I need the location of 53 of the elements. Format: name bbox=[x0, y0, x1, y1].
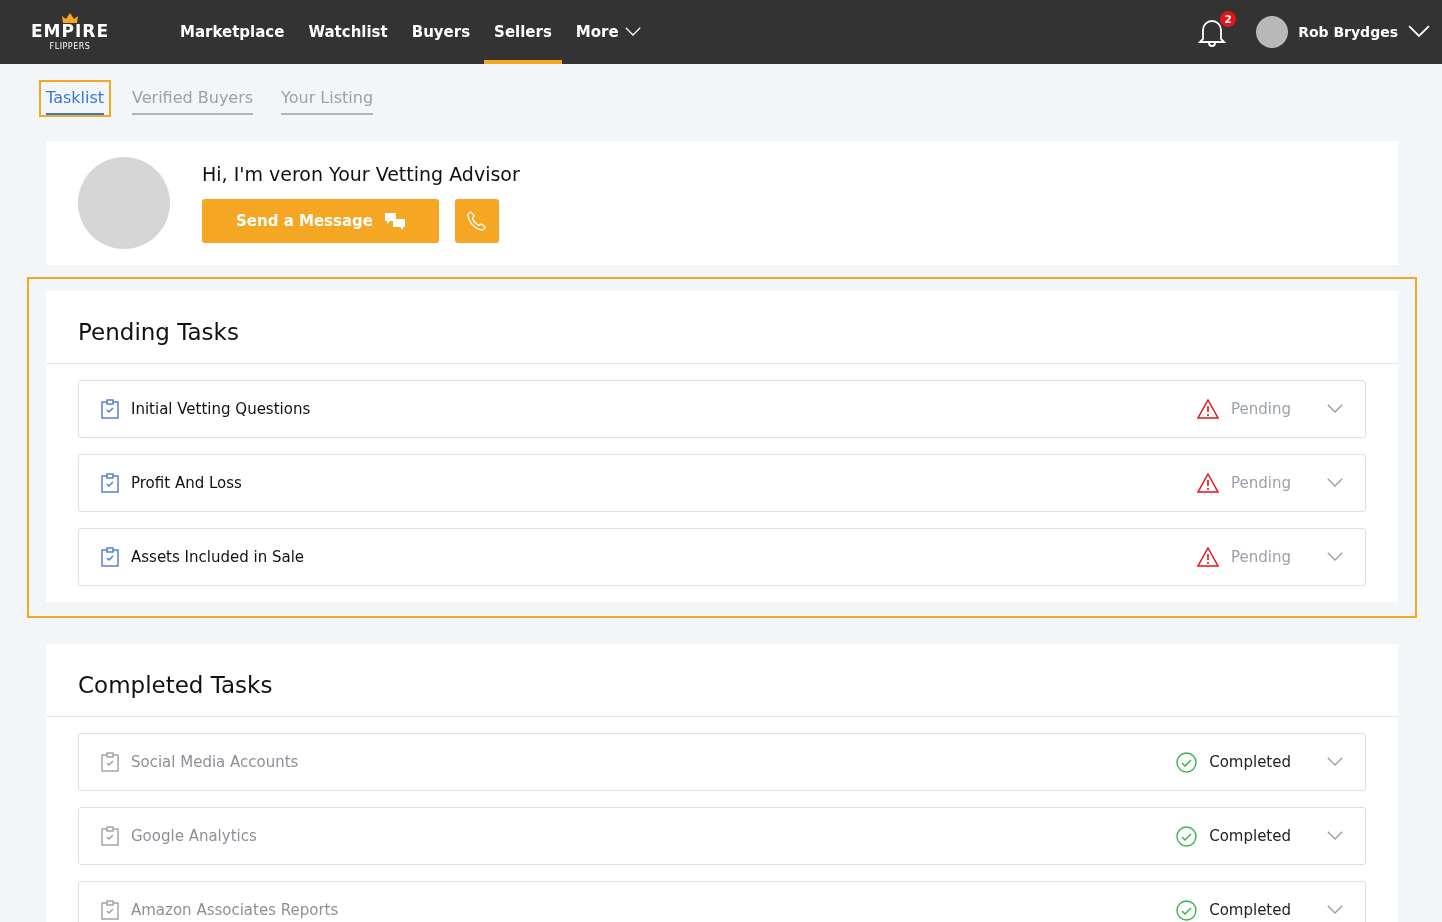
notification-badge: 2 bbox=[1220, 11, 1237, 27]
chevron-down-icon bbox=[1327, 404, 1343, 414]
chevron-down-icon bbox=[1327, 478, 1343, 488]
crown-icon bbox=[62, 13, 78, 23]
task-row[interactable]: Assets Included in Sale Pending bbox=[78, 528, 1366, 586]
chevron-down-icon bbox=[1408, 25, 1430, 39]
check-circle-icon bbox=[1176, 825, 1198, 847]
task-status: Pending bbox=[1231, 474, 1291, 492]
bell-icon[interactable] bbox=[1198, 17, 1227, 47]
task-status: Completed bbox=[1209, 901, 1291, 919]
chevron-down-icon bbox=[1327, 905, 1343, 915]
chevron-down-icon bbox=[1327, 552, 1343, 562]
phone-icon bbox=[466, 210, 488, 232]
advisor-greeting: Hi, I'm veron Your Vetting Advisor bbox=[202, 163, 520, 185]
task-name: Social Media Accounts bbox=[131, 753, 300, 771]
tab[interactable]: Tasklist bbox=[39, 80, 112, 117]
task-status: Completed bbox=[1209, 753, 1291, 771]
task-row[interactable]: Profit And Loss Pending bbox=[78, 454, 1366, 512]
task-status: Pending bbox=[1231, 400, 1291, 418]
nav-link[interactable]: Sellers bbox=[484, 0, 562, 64]
clipboard-icon bbox=[101, 399, 119, 419]
logo[interactable]: EMPIRE FLIPPERS bbox=[30, 0, 110, 64]
clipboard-icon bbox=[101, 473, 119, 493]
warning-icon bbox=[1197, 547, 1220, 567]
clipboard-icon bbox=[101, 547, 119, 567]
nav-link[interactable]: Buyers bbox=[401, 0, 481, 64]
nav-link[interactable]: Watchlist bbox=[298, 0, 398, 64]
check-circle-icon bbox=[1176, 751, 1198, 773]
task-status: Pending bbox=[1231, 548, 1291, 566]
task-name: Initial Vetting Questions bbox=[131, 400, 312, 418]
chat-bubbles-icon bbox=[384, 212, 405, 230]
task-row[interactable]: Google Analytics Completed bbox=[78, 807, 1366, 865]
chevron-down-icon bbox=[1327, 831, 1343, 841]
warning-icon bbox=[1197, 399, 1220, 419]
task-name: Amazon Associates Reports bbox=[131, 901, 340, 919]
section-title: Pending Tasks bbox=[46, 291, 1398, 364]
clipboard-icon bbox=[101, 826, 119, 846]
section-title: Completed Tasks bbox=[46, 644, 1398, 717]
user-avatar[interactable] bbox=[1256, 16, 1289, 48]
check-circle-icon bbox=[1176, 899, 1198, 921]
nav-link[interactable]: More bbox=[565, 0, 651, 64]
task-row[interactable]: Social Media Accounts Completed bbox=[78, 733, 1366, 791]
user-name[interactable]: Rob Brydges bbox=[1298, 24, 1398, 40]
chevron-down-icon bbox=[1327, 757, 1343, 767]
task-status: Completed bbox=[1209, 827, 1291, 845]
task-name: Assets Included in Sale bbox=[131, 548, 306, 566]
clipboard-icon bbox=[101, 752, 119, 772]
task-row[interactable]: Initial Vetting Questions Pending bbox=[78, 380, 1366, 438]
task-row[interactable]: Amazon Associates Reports Completed bbox=[78, 881, 1366, 922]
task-name: Google Analytics bbox=[131, 827, 258, 845]
nav-link[interactable]: Marketplace bbox=[170, 0, 295, 64]
task-name: Profit And Loss bbox=[131, 474, 243, 492]
warning-icon bbox=[1197, 473, 1220, 493]
